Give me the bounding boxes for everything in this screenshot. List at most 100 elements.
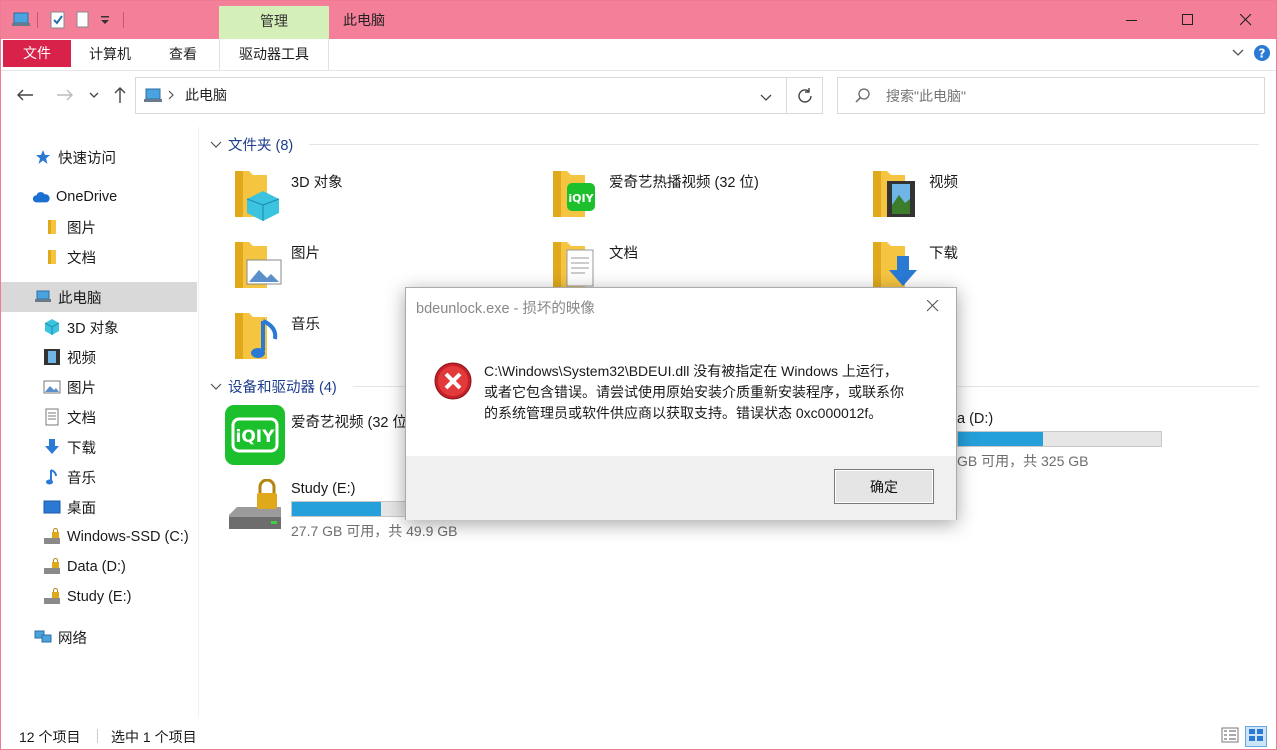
folder-videos[interactable]: 视频 bbox=[867, 165, 1167, 227]
new-folder-icon[interactable] bbox=[75, 10, 91, 30]
sidebar-label: 图片 bbox=[67, 220, 96, 237]
tab-file[interactable]: 文件 bbox=[3, 40, 71, 67]
sidebar-item-drive-d[interactable]: Data (D:) bbox=[1, 552, 197, 582]
desktop-icon bbox=[43, 498, 61, 516]
locked-drive-icon bbox=[43, 588, 61, 606]
cloud-icon bbox=[32, 188, 50, 206]
sidebar-label: 快速访问 bbox=[58, 150, 116, 167]
recent-locations-icon[interactable] bbox=[83, 83, 105, 107]
locked-drive-icon bbox=[43, 528, 61, 546]
sidebar-item-music[interactable]: 音乐 bbox=[1, 462, 197, 492]
sidebar-item-downloads[interactable]: 下载 bbox=[1, 432, 197, 462]
film-icon bbox=[43, 348, 61, 366]
sidebar-label: OneDrive bbox=[56, 189, 118, 205]
tab-computer[interactable]: 计算机 bbox=[89, 39, 131, 69]
sidebar-item-onedrive-pictures[interactable]: 图片 bbox=[1, 212, 197, 242]
sidebar-item-onedrive-documents[interactable]: 文档 bbox=[1, 242, 197, 272]
close-button[interactable] bbox=[1223, 1, 1269, 39]
sidebar-item-drive-c[interactable]: Windows-SSD (C:) bbox=[1, 522, 197, 552]
folder-picture-icon bbox=[229, 236, 285, 295]
document-icon bbox=[43, 408, 61, 426]
sidebar-label: 桌面 bbox=[67, 500, 96, 517]
address-dropdown-icon[interactable] bbox=[760, 90, 772, 106]
search-box[interactable] bbox=[837, 77, 1265, 114]
picture-icon bbox=[43, 378, 61, 396]
sidebar-item-quick-access[interactable]: 快速访问 bbox=[1, 142, 197, 172]
tab-drive-tools[interactable]: 驱动器工具 bbox=[219, 39, 329, 70]
folder-3d-objects[interactable]: 3D 对象 bbox=[229, 165, 529, 227]
search-icon bbox=[854, 87, 872, 108]
tab-view[interactable]: 查看 bbox=[169, 39, 197, 69]
group-header-devices[interactable]: 设备和驱动器 (4) bbox=[210, 376, 337, 397]
status-bar: 12 个项目 选中 1 个项目 bbox=[1, 723, 1276, 749]
refresh-button[interactable] bbox=[786, 77, 823, 114]
computer-icon bbox=[143, 87, 163, 108]
dialog-title: bdeunlock.exe - 损坏的映像 bbox=[416, 301, 595, 317]
dialog-close-button[interactable] bbox=[918, 295, 948, 317]
collapse-chevron-icon bbox=[210, 141, 222, 148]
large-icons-view-icon[interactable] bbox=[1245, 726, 1267, 747]
group-header-label: 文件夹 (8) bbox=[228, 138, 294, 154]
folder-3d-icon bbox=[229, 165, 285, 224]
sidebar-item-3d-objects[interactable]: 3D 对象 bbox=[1, 312, 197, 342]
properties-icon[interactable] bbox=[49, 10, 67, 30]
selection-count: 选中 1 个项目 bbox=[111, 729, 197, 745]
dialog-message-line: C:\Windows\System32\BDEUI.dll 没有被指定在 Win… bbox=[484, 363, 898, 379]
sidebar-item-this-pc[interactable]: 此电脑 bbox=[1, 282, 197, 312]
forward-button[interactable] bbox=[53, 83, 77, 107]
sidebar-label: Study (E:) bbox=[67, 589, 132, 605]
breadcrumb-this-pc[interactable]: 此电脑 bbox=[185, 78, 227, 113]
expand-ribbon-icon[interactable] bbox=[1231, 45, 1245, 62]
drive-label: a (D:) bbox=[957, 411, 994, 427]
folder-iqiyi-hot-videos[interactable]: iQIY 爱奇艺热播视频 (32 位) bbox=[547, 165, 847, 227]
minimize-button[interactable] bbox=[1109, 1, 1155, 39]
sidebar-item-desktop[interactable]: 桌面 bbox=[1, 492, 197, 522]
back-button[interactable] bbox=[13, 83, 37, 107]
folder-label: 图片 bbox=[291, 246, 320, 262]
maximize-button[interactable] bbox=[1165, 1, 1211, 39]
folder-label: 下载 bbox=[929, 246, 958, 262]
svg-text:iQIY: iQIY bbox=[568, 192, 594, 205]
dialog-message-line: 的系统管理员或软件供应商以获取支持。错误状态 0xc000012f。 bbox=[484, 405, 883, 421]
computer-app-icon bbox=[11, 10, 31, 30]
ok-button[interactable]: 确定 bbox=[834, 469, 934, 504]
folder-icon bbox=[43, 218, 61, 236]
item-count: 12 个项目 bbox=[19, 729, 81, 745]
folder-label: 3D 对象 bbox=[291, 175, 343, 191]
search-input[interactable] bbox=[886, 84, 1246, 108]
details-view-icon[interactable] bbox=[1221, 727, 1239, 746]
sidebar-item-drive-e[interactable]: Study (E:) bbox=[1, 582, 197, 612]
locked-drive-icon bbox=[227, 478, 285, 538]
customize-dropdown-icon[interactable] bbox=[99, 10, 111, 30]
sidebar-item-videos[interactable]: 视频 bbox=[1, 342, 197, 372]
sidebar-item-onedrive[interactable]: OneDrive bbox=[1, 182, 197, 212]
tab-manage[interactable]: 管理 bbox=[219, 6, 329, 39]
error-icon bbox=[434, 362, 472, 403]
title-bar: 管理 此电脑 bbox=[1, 1, 1276, 39]
breadcrumb-chevron-icon[interactable] bbox=[167, 88, 175, 104]
folder-label: 视频 bbox=[929, 175, 958, 191]
folder-video-icon bbox=[867, 165, 923, 224]
drive-label: Study (E:) bbox=[291, 481, 356, 497]
navigation-pane: 快速访问 OneDrive 图片 文档 此电脑 3D 对象 视频 图片 文档 下… bbox=[1, 127, 199, 717]
sidebar-item-pictures[interactable]: 图片 bbox=[1, 372, 197, 402]
music-note-icon bbox=[43, 468, 61, 486]
sidebar-item-documents[interactable]: 文档 bbox=[1, 402, 197, 432]
help-icon[interactable]: ? bbox=[1253, 44, 1271, 65]
sidebar-label: 文档 bbox=[67, 410, 96, 427]
folder-label: 爱奇艺热播视频 (32 位) bbox=[609, 175, 759, 191]
group-header-label: 设备和驱动器 (4) bbox=[228, 380, 337, 396]
up-button[interactable] bbox=[108, 83, 132, 107]
sidebar-label: Data (D:) bbox=[67, 559, 126, 575]
window-title: 此电脑 bbox=[343, 12, 385, 28]
folder-label: 文档 bbox=[609, 246, 638, 262]
iqiyi-logo-icon: iQIY bbox=[225, 405, 285, 468]
sidebar-label: 图片 bbox=[67, 380, 96, 397]
sidebar-label: 网络 bbox=[58, 630, 87, 647]
drive-free-space: 27.7 GB 可用，共 49.9 GB bbox=[291, 523, 458, 539]
sidebar-label: 下载 bbox=[67, 440, 96, 457]
sidebar-item-network[interactable]: 网络 bbox=[1, 622, 197, 652]
address-bar[interactable]: 此电脑 bbox=[135, 77, 823, 114]
drive-usage-bar bbox=[957, 431, 1162, 447]
group-header-folders[interactable]: 文件夹 (8) bbox=[210, 134, 293, 155]
